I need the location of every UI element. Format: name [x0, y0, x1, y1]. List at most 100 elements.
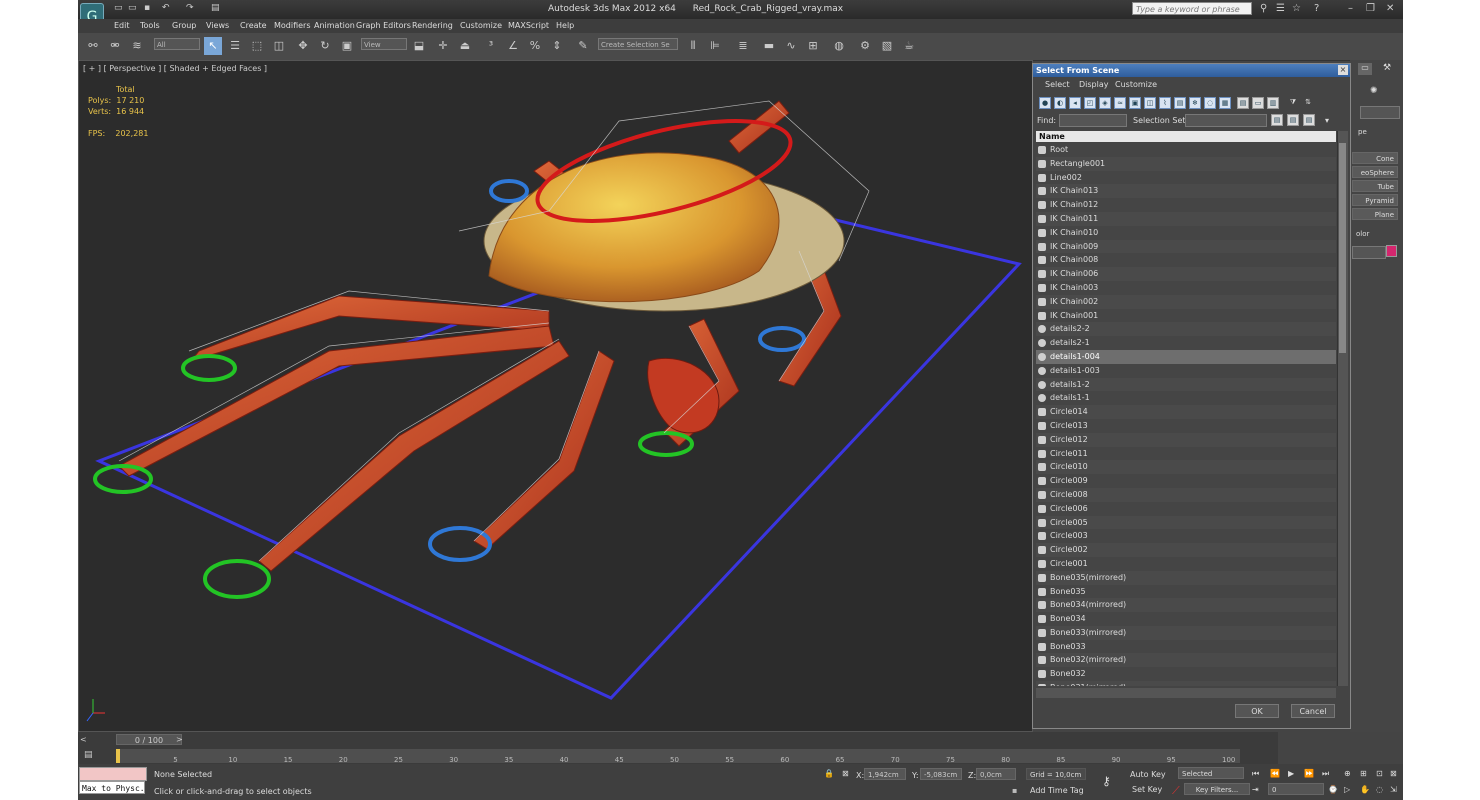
plane-button[interactable]: Plane	[1352, 208, 1398, 220]
menu-maxscript[interactable]: MAXScript	[508, 21, 549, 30]
list-item[interactable]: Circle003	[1036, 529, 1336, 543]
zoom-extents-all-icon[interactable]: ⊠	[1390, 769, 1397, 778]
mirror-icon[interactable]: ⫴	[684, 37, 702, 55]
undo-icon[interactable]: ↶	[162, 3, 170, 15]
time-slider[interactable]: 0 / 100	[116, 734, 182, 745]
list-item[interactable]: IK Chain013	[1036, 184, 1336, 199]
list-item[interactable]: Circle009	[1036, 474, 1336, 488]
select-object-icon[interactable]: ↖	[204, 37, 222, 55]
list-item[interactable]: Circle006	[1036, 502, 1336, 516]
window-crossing-icon[interactable]: ◫	[270, 37, 288, 55]
list-item[interactable]: Bone032	[1036, 667, 1336, 681]
next-frame-icon[interactable]: >	[176, 735, 183, 744]
rect-selection-icon[interactable]: ⬚	[248, 37, 266, 55]
select-by-name-icon[interactable]: ☰	[226, 37, 244, 55]
list-item[interactable]: Circle014	[1036, 405, 1336, 419]
cone-button[interactable]: Cone	[1352, 152, 1398, 164]
utilities-panel-icon[interactable]: ⚒	[1380, 63, 1394, 75]
link-icon[interactable]: ⚯	[84, 37, 102, 55]
display-bones-icon[interactable]: ⌇	[1159, 97, 1171, 109]
redo-icon[interactable]: ↷	[186, 3, 194, 15]
unlink-icon[interactable]: ⚮	[106, 37, 124, 55]
menu-views[interactable]: Views	[206, 21, 229, 30]
list-item[interactable]: details2-1	[1036, 336, 1336, 350]
scene-object-list[interactable]: Root Rectangle001 Line002 IK Chain013 IK Cha…	[1036, 143, 1336, 686]
zoom-icon[interactable]: ⊕	[1344, 769, 1351, 778]
percent-snap-icon[interactable]: %	[526, 37, 544, 55]
list-item[interactable]: Bone031(mirrored)	[1036, 681, 1336, 686]
display-xrefs-icon[interactable]: ◫	[1144, 97, 1156, 109]
list-item[interactable]: Circle010	[1036, 460, 1336, 475]
display-hidden-icon[interactable]: ◌	[1204, 97, 1216, 109]
add-time-tag[interactable]: Add Time Tag	[1030, 786, 1084, 795]
display-containers-icon[interactable]: ▤	[1174, 97, 1186, 109]
render-setup-icon[interactable]: ⚙	[856, 37, 874, 55]
help-icon[interactable]: ?	[1314, 3, 1319, 14]
list-item[interactable]: Line002	[1036, 171, 1336, 185]
list-item[interactable]: IK Chain006	[1036, 267, 1336, 281]
list-item[interactable]: Circle005	[1036, 515, 1336, 530]
select-manipulate-icon[interactable]: ✛	[434, 37, 452, 55]
binoculars-icon[interactable]: ⚲	[1260, 3, 1267, 14]
dialog-close-button[interactable]: ×	[1338, 65, 1348, 75]
display-helpers-icon[interactable]: ◈	[1099, 97, 1111, 109]
reference-coordinate-dropdown[interactable]: View	[361, 38, 407, 50]
list-item[interactable]: Circle002	[1036, 543, 1336, 557]
selection-set-dropdown[interactable]	[1185, 114, 1267, 127]
list-item[interactable]: details2-2	[1036, 322, 1336, 337]
list-horizontal-scrollbar[interactable]	[1036, 688, 1336, 698]
prev-frame-icon[interactable]: <	[80, 735, 87, 744]
list-item[interactable]: Circle012	[1036, 432, 1336, 447]
menu-rendering[interactable]: Rendering	[412, 21, 453, 30]
display-all-icon[interactable]: ▦	[1219, 97, 1231, 109]
list-item[interactable]: details1-1	[1036, 391, 1336, 405]
list-item[interactable]: IK Chain012	[1036, 198, 1336, 212]
field-of-view-icon[interactable]: ▷	[1344, 785, 1350, 794]
menu-edit[interactable]: Edit	[114, 21, 130, 30]
current-frame-marker[interactable]	[116, 749, 120, 763]
restore-icon[interactable]: ❐	[1366, 3, 1375, 14]
menu-help[interactable]: Help	[556, 21, 574, 30]
display-groups-icon[interactable]: ▣	[1129, 97, 1141, 109]
display-cameras-icon[interactable]: ◰	[1084, 97, 1096, 109]
menu-group[interactable]: Group	[172, 21, 196, 30]
list-vertical-scrollbar[interactable]	[1337, 131, 1348, 686]
default-in-out-tangents-icon[interactable]: ⟋	[1172, 784, 1180, 798]
project-folder-icon[interactable]: ▤	[211, 3, 220, 15]
list-item[interactable]: details1-004	[1036, 349, 1336, 364]
name-and-color-rollout[interactable]: olor	[1356, 230, 1369, 238]
scale-icon[interactable]: ▣	[338, 37, 356, 55]
go-to-start-icon[interactable]: ⏮	[1252, 769, 1259, 779]
render-production-icon[interactable]: ☕	[900, 37, 918, 55]
key-mode-dropdown[interactable]: Selected	[1178, 767, 1244, 779]
open-file-icon[interactable]: ▭	[128, 3, 137, 15]
menu-graph-editors[interactable]: Graph Editors	[356, 21, 411, 30]
current-frame-field[interactable]: 0	[1268, 783, 1324, 795]
select-none-icon[interactable]: ▭	[1252, 97, 1264, 109]
remove-from-selection-set-icon[interactable]: ▤	[1303, 114, 1315, 126]
display-spacewarps-icon[interactable]: ≈	[1114, 97, 1126, 109]
search-input[interactable]: Type a keyword or phrase	[1132, 2, 1252, 15]
edit-named-selection-icon[interactable]: ✎	[574, 37, 592, 55]
menu-animation[interactable]: Animation	[314, 21, 355, 30]
list-item[interactable]: details1-2	[1036, 377, 1336, 392]
schematic-view-icon[interactable]: ⊞	[804, 37, 822, 55]
maxscript-mini-listener-output[interactable]	[79, 767, 147, 781]
previous-frame-icon[interactable]: ⏪	[1270, 769, 1280, 778]
list-item[interactable]: IK Chain003	[1036, 281, 1336, 295]
list-item[interactable]: Bone034(mirrored)	[1036, 598, 1336, 613]
x-coordinate-field[interactable]: 1,942cm	[864, 768, 906, 780]
time-configuration-icon[interactable]: ⌚	[1328, 785, 1338, 794]
curve-editor-mini-icon[interactable]: ▤	[84, 750, 93, 760]
menu-customize[interactable]: Customize	[460, 21, 502, 30]
select-invert-icon[interactable]: ▥	[1267, 97, 1279, 109]
named-selection-sets-dropdown[interactable]: Create Selection Se	[598, 38, 678, 50]
keyboard-shortcut-override-icon[interactable]: ⏏	[456, 37, 474, 55]
zoom-extents-icon[interactable]: ⊡	[1376, 769, 1383, 778]
rendered-frame-window-icon[interactable]: ▧	[878, 37, 896, 55]
crab-shell[interactable]	[488, 152, 780, 303]
subscription-icon[interactable]: ☰	[1276, 3, 1285, 14]
tube-button[interactable]: Tube	[1352, 180, 1398, 192]
add-to-selection-set-icon[interactable]: ▤	[1287, 114, 1299, 126]
new-file-icon[interactable]: ▭	[114, 3, 123, 15]
